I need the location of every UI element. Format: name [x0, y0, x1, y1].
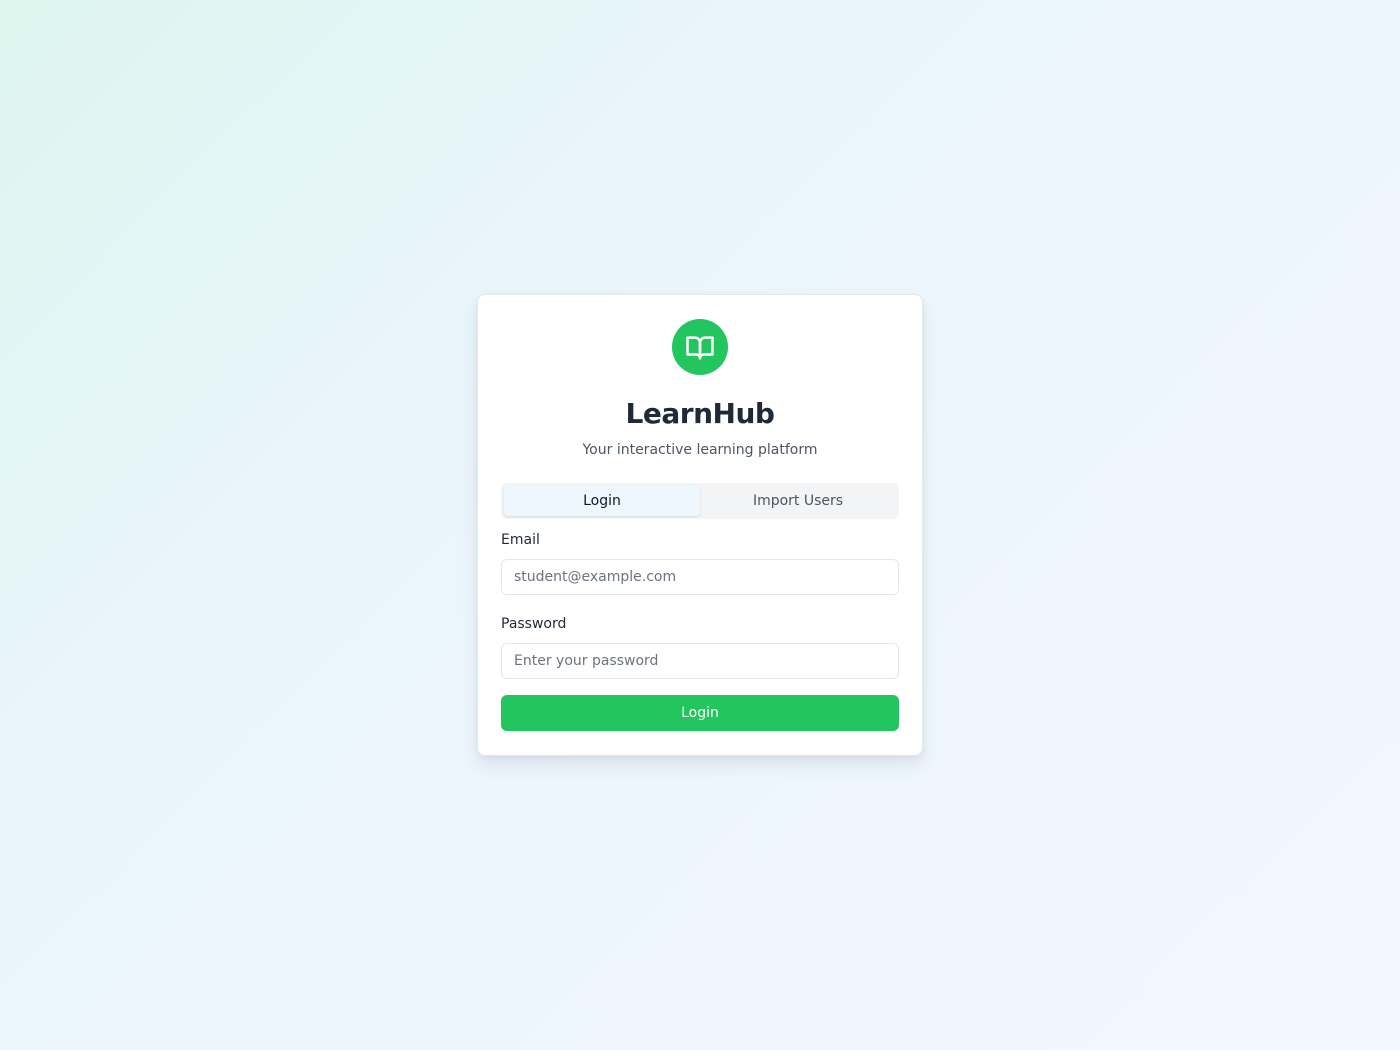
auth-tabs: Login Import Users: [501, 483, 899, 519]
app-title: LearnHub: [625, 397, 775, 430]
open-book-icon: [685, 332, 715, 362]
logo-badge: [672, 319, 728, 375]
email-label: Email: [501, 532, 540, 548]
email-input[interactable]: [501, 559, 899, 595]
tab-import-users[interactable]: Import Users: [700, 486, 896, 516]
app-tagline: Your interactive learning platform: [582, 442, 818, 458]
login-card: LearnHub Your interactive learning platf…: [477, 294, 923, 756]
tab-login[interactable]: Login: [504, 486, 700, 516]
login-button[interactable]: Login: [501, 695, 899, 731]
password-label: Password: [501, 616, 567, 632]
password-input[interactable]: [501, 643, 899, 679]
